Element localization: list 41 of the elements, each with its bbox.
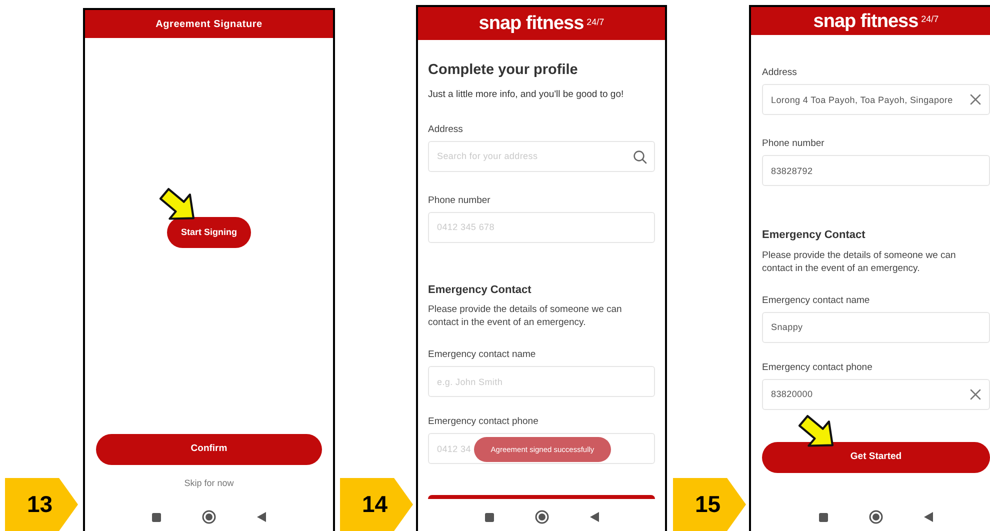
field-label: Address	[428, 124, 464, 135]
confirm-button[interactable]: Confirm	[96, 434, 322, 465]
screen-title: Agreement Signature	[156, 18, 262, 32]
button[interactable]	[428, 495, 655, 500]
input-field[interactable]: Lorong 4 Toa Payoh, Toa Payoh, Singapore	[762, 84, 990, 115]
field-label: Phone number	[428, 194, 492, 206]
input-field[interactable]: 83828792	[762, 155, 990, 186]
back-icon[interactable]	[256, 511, 267, 523]
get-started-button[interactable]: Get Started	[762, 442, 990, 472]
logo-text: snap fitness$^{24/7}$	[478, 14, 604, 33]
start-signing-button[interactable]: Start Signing	[167, 217, 251, 248]
section-title: Emergency Contact	[428, 282, 532, 298]
recents-icon[interactable]	[151, 512, 162, 522]
search-icon[interactable]	[633, 150, 647, 164]
home-icon[interactable]	[534, 510, 548, 524]
home-icon[interactable]	[202, 510, 216, 524]
clear-icon[interactable]	[970, 388, 981, 400]
back-icon[interactable]	[923, 511, 934, 523]
input-field[interactable]: 83820000	[762, 378, 990, 410]
field-label: Emergency contact phone	[762, 362, 874, 372]
section-text: Please provide the details of someone we can contact in the event of an emergency.	[428, 303, 623, 330]
recents-icon[interactable]	[484, 512, 494, 522]
step-badge: 14	[340, 478, 413, 531]
input-field[interactable]: Snappy	[762, 312, 990, 342]
section-title: Emergency Contact	[762, 228, 866, 243]
recents-icon[interactable]	[818, 512, 829, 522]
step-badge: 13	[5, 478, 78, 531]
field-label: Emergency contact name	[762, 294, 871, 306]
field-label: Phone number	[762, 138, 826, 149]
clear-icon[interactable]	[970, 94, 981, 105]
screen-title: Complete your profile	[428, 61, 579, 80]
section-text: Please provide the details of someone we can contact in the event of an emergency.	[762, 248, 957, 274]
home-icon[interactable]	[869, 510, 883, 524]
field-label: Emergency contact name	[428, 349, 537, 360]
logo-text: snap fitness$^{24/7}$	[813, 12, 939, 30]
field-label: Address	[762, 67, 798, 78]
skip-link[interactable]: Skip for now	[184, 477, 234, 490]
step-badge: 15	[673, 478, 746, 531]
back-icon[interactable]	[588, 511, 600, 523]
field-label: Emergency contact phone	[428, 416, 540, 428]
subtitle-text: Just a little more info, and you'll be good to go!	[428, 88, 625, 101]
